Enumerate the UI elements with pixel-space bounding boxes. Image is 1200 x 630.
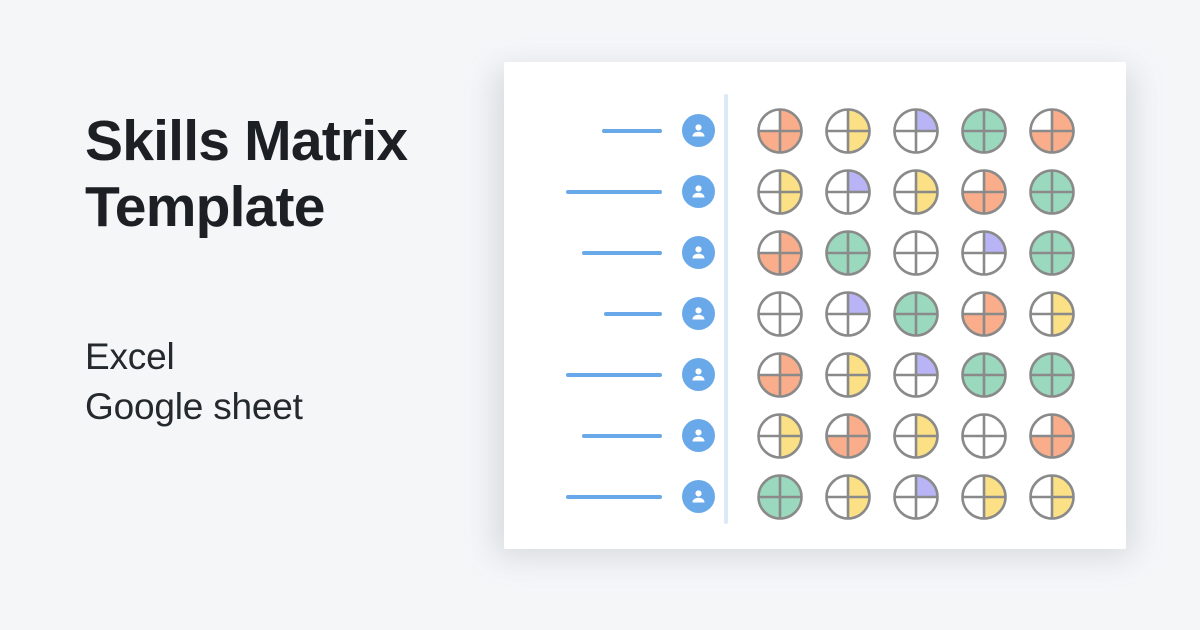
format-list: Excel Google sheet [85,332,465,432]
name-line [604,311,662,316]
skill-cell[interactable] [1018,229,1086,277]
skills-matrix-card [504,62,1126,549]
avatar-cell [672,297,724,330]
person-icon [681,419,715,452]
skill-cell[interactable] [814,473,882,521]
skill-cell[interactable] [814,290,882,338]
skill-cell[interactable] [950,473,1018,521]
skill-cell[interactable] [882,351,950,399]
skill-cell[interactable] [814,168,882,216]
avatar-cell [672,175,724,208]
row-name-placeholder [504,189,672,194]
matrix-row [504,405,1126,466]
skill-cell[interactable] [882,168,950,216]
skill-cell[interactable] [1018,290,1086,338]
row-name-placeholder [504,372,672,377]
skill-cell[interactable] [882,107,950,155]
skill-cell[interactable] [746,290,814,338]
skill-cell[interactable] [882,229,950,277]
matrix-row [504,161,1126,222]
skill-cell[interactable] [882,473,950,521]
matrix-row [504,222,1126,283]
matrix-rows-container [504,100,1126,527]
skill-cell[interactable] [814,412,882,460]
skill-cell[interactable] [746,412,814,460]
skill-cells-row [724,229,1126,277]
avatar-cell [672,419,724,452]
skill-cell[interactable] [814,107,882,155]
matrix-row [504,283,1126,344]
skill-cell[interactable] [950,351,1018,399]
row-name-placeholder [504,128,672,133]
skill-cells-row [724,473,1126,521]
name-line [602,128,662,133]
name-line [566,372,662,377]
format-item-google-sheet: Google sheet [85,386,303,427]
skill-cell[interactable] [1018,351,1086,399]
skill-cell[interactable] [950,107,1018,155]
left-text-panel: Skills Matrix Template Excel Google shee… [85,108,465,432]
skill-cell[interactable] [1018,168,1086,216]
matrix-row [504,466,1126,527]
person-icon [681,297,715,330]
person-icon [681,358,715,391]
matrix-row [504,100,1126,161]
name-line [582,433,662,438]
avatar-cell [672,236,724,269]
skill-cells-row [724,290,1126,338]
skill-cell[interactable] [950,290,1018,338]
skill-cell[interactable] [746,351,814,399]
skill-cell[interactable] [950,168,1018,216]
person-icon [681,480,715,513]
skill-cell[interactable] [882,290,950,338]
skill-cell[interactable] [950,229,1018,277]
person-icon [681,175,715,208]
avatar-cell [672,358,724,391]
row-name-placeholder [504,494,672,499]
avatar-cell [672,480,724,513]
skill-cell[interactable] [746,168,814,216]
skill-cell[interactable] [1018,107,1086,155]
row-name-placeholder [504,250,672,255]
name-line [566,189,662,194]
matrix-row [504,344,1126,405]
skill-cell[interactable] [814,229,882,277]
row-name-placeholder [504,311,672,316]
name-line [582,250,662,255]
row-name-placeholder [504,433,672,438]
skill-cells-row [724,168,1126,216]
skill-cells-row [724,412,1126,460]
skill-cell[interactable] [746,229,814,277]
skill-cell[interactable] [950,412,1018,460]
page-title: Skills Matrix Template [85,109,408,239]
skill-cell[interactable] [746,473,814,521]
skill-cells-row [724,351,1126,399]
format-item-excel: Excel [85,336,175,377]
name-line [566,494,662,499]
skill-cell[interactable] [746,107,814,155]
skill-cell[interactable] [1018,412,1086,460]
person-icon [681,114,715,147]
skill-cell[interactable] [1018,473,1086,521]
skill-cells-row [724,107,1126,155]
skill-cell[interactable] [882,412,950,460]
person-icon [681,236,715,269]
skill-cell[interactable] [814,351,882,399]
avatar-cell [672,114,724,147]
card-body [504,62,1126,549]
